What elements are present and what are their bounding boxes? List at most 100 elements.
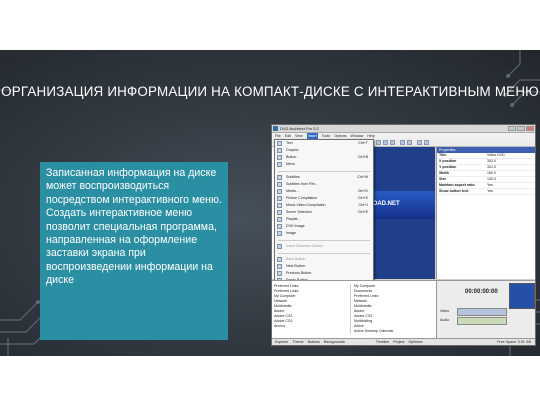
property-name: Size bbox=[439, 177, 447, 181]
menu-item-picture-compilation[interactable]: Picture Compilation Ctrl+K bbox=[275, 195, 373, 202]
open-icon[interactable] bbox=[383, 140, 388, 145]
menu-item-shortcut: Ctrl+J bbox=[358, 203, 369, 207]
menu-item-graphic[interactable]: Graphic bbox=[275, 147, 373, 154]
tab-optimize[interactable]: Optimize bbox=[408, 340, 422, 344]
dvd-icon bbox=[277, 224, 282, 229]
bottom-panels: Preferred Links Preferred Links My Compu… bbox=[272, 280, 535, 339]
menu-item-scene-selection[interactable]: Scene Selection Ctrl+E bbox=[275, 209, 373, 216]
menu-item-dvd-image[interactable]: DVD Image bbox=[275, 223, 373, 230]
tab-project[interactable]: Project bbox=[393, 340, 404, 344]
menu-icon bbox=[277, 162, 282, 167]
new-icon[interactable] bbox=[376, 140, 381, 145]
property-value: 130.0 bbox=[487, 177, 496, 181]
save-icon[interactable] bbox=[390, 140, 395, 145]
property-name: Width bbox=[439, 171, 449, 175]
menu-item-image[interactable]: Image bbox=[275, 230, 373, 237]
tab-timeline[interactable]: Timeline bbox=[376, 340, 389, 344]
menu-item-label: Subtitles from File... bbox=[286, 182, 318, 186]
picture-icon bbox=[277, 196, 282, 201]
menu-item-label: Subtitles bbox=[286, 175, 300, 179]
preview-icon[interactable] bbox=[417, 140, 422, 145]
audio-track[interactable] bbox=[457, 317, 507, 325]
menu-item-menu[interactable]: Menu bbox=[275, 161, 373, 168]
property-row[interactable]: Show button text Yes bbox=[437, 189, 535, 195]
timeline-panel: 00:00:00:00 Video Audio bbox=[436, 281, 535, 339]
menu-item-label: Picture Compilation bbox=[286, 196, 318, 200]
menu-item-back-button[interactable]: Back Button bbox=[275, 256, 373, 263]
property-value: Video DVD bbox=[487, 153, 505, 157]
menu-item-playlist[interactable]: Playlist... bbox=[275, 216, 373, 223]
menu-item-shortcut: Ctrl+K bbox=[357, 196, 368, 200]
menu-item-label: Image bbox=[286, 231, 296, 235]
menu-item-next-button[interactable]: Next Button bbox=[275, 263, 373, 270]
timecode: 00:00:00:00 bbox=[465, 289, 498, 295]
button-icon bbox=[277, 155, 282, 160]
app-icon bbox=[273, 126, 278, 131]
undo-icon[interactable] bbox=[400, 140, 405, 145]
redo-icon[interactable] bbox=[407, 140, 412, 145]
menu-item-shortcut: Ctrl+E bbox=[357, 210, 368, 214]
menu-item-label: Back Button bbox=[286, 257, 306, 261]
properties-panel: Properties Title Video DVD X position 353.… bbox=[436, 147, 535, 279]
property-name: Maintain aspect ratio bbox=[439, 183, 475, 187]
tab-explorer[interactable]: Explorer bbox=[275, 340, 288, 344]
menu-item-button[interactable]: Button Ctrl+B bbox=[275, 154, 373, 161]
menu-item-label: Previous Button bbox=[286, 271, 312, 275]
menu-item-shortcut: Ctrl+M bbox=[357, 175, 368, 179]
menu-item-label: Music Video Compilation bbox=[286, 203, 326, 207]
menu-item-media[interactable]: Media... Ctrl+D bbox=[275, 188, 373, 195]
menu-item-label: Playlist... bbox=[286, 217, 301, 221]
window-titlebar: DVD Architect Pro 5.2 bbox=[272, 125, 535, 133]
subtitles-icon bbox=[277, 175, 282, 180]
menu-item-label: Scene Selection bbox=[286, 210, 312, 214]
menu-item-music-video[interactable]: Music Video Compilation Ctrl+J bbox=[275, 202, 373, 209]
video-track[interactable] bbox=[457, 308, 507, 316]
burn-icon[interactable] bbox=[424, 140, 429, 145]
menu-item-shortcut: Ctrl+T bbox=[358, 141, 368, 145]
insert-dropdown-menu: Text Ctrl+T Graphic Button Ctrl+B Menu Sub… bbox=[274, 139, 374, 285]
close-button[interactable] bbox=[526, 126, 534, 131]
tree-item[interactable]: Anchor bbox=[274, 324, 346, 329]
menu-item-label: Media... bbox=[286, 189, 299, 193]
status-bar: Explorer Theme Buttons Backgrounds Timel… bbox=[272, 338, 535, 345]
explorer-tree: Preferred Links Preferred Links My Compu… bbox=[274, 284, 346, 329]
property-value: 302.0 bbox=[487, 165, 496, 169]
menu-item-label: Button bbox=[286, 155, 297, 159]
window-title: DVD Architect Pro 5.2 bbox=[280, 126, 319, 131]
menu-separator bbox=[278, 237, 370, 241]
property-value: Yes bbox=[487, 183, 493, 187]
video-thumbnail[interactable] bbox=[509, 283, 535, 309]
menu-item-insert-submenu[interactable]: Insert Submenu Button bbox=[275, 243, 373, 250]
menu-item-subtitles-file[interactable]: Subtitles from File... bbox=[275, 181, 373, 188]
playlist-icon bbox=[277, 217, 282, 222]
back-icon bbox=[277, 257, 282, 262]
explorer-file-list: My Computer Documents Preferred Links Ne… bbox=[350, 284, 434, 334]
maximize-button[interactable] bbox=[517, 126, 525, 131]
property-name: Y position bbox=[439, 165, 457, 169]
image-icon bbox=[277, 231, 282, 236]
menu-item-shortcut: Ctrl+D bbox=[357, 189, 368, 193]
tab-buttons[interactable]: Buttons bbox=[308, 340, 320, 344]
submenu-icon bbox=[277, 244, 282, 249]
tab-backgrounds[interactable]: Backgrounds bbox=[324, 340, 345, 344]
file-icon bbox=[277, 182, 282, 187]
media-icon bbox=[277, 189, 282, 194]
menu-separator bbox=[278, 250, 370, 254]
minimize-button[interactable] bbox=[508, 126, 516, 131]
file-item[interactable]: Active Desktop Calendar bbox=[354, 329, 434, 334]
property-value: 160.0 bbox=[487, 171, 496, 175]
property-name: Title bbox=[439, 153, 447, 157]
menu-item-previous-button[interactable]: Previous Button bbox=[275, 270, 373, 277]
menu-item-label: Graphic bbox=[286, 148, 299, 152]
property-name: Show button text bbox=[439, 189, 469, 193]
slide-title: ОРГАНИЗАЦИЯ ИНФОРМАЦИИ НА КОМПАКТ-ДИСКЕ … bbox=[1, 84, 539, 99]
description-textbox: Записанная информация на диске может вос… bbox=[40, 162, 228, 340]
music-icon bbox=[277, 203, 282, 208]
menu-item-label: Next Button bbox=[286, 264, 305, 268]
menu-item-text[interactable]: Text Ctrl+T bbox=[275, 140, 373, 147]
track-label: Video bbox=[440, 309, 450, 313]
tab-theme[interactable]: Theme bbox=[292, 340, 303, 344]
menu-item-subtitles[interactable]: Subtitles Ctrl+M bbox=[275, 174, 373, 181]
menu-separator bbox=[278, 168, 370, 172]
menu-item-label: Insert Submenu Button bbox=[286, 244, 323, 248]
